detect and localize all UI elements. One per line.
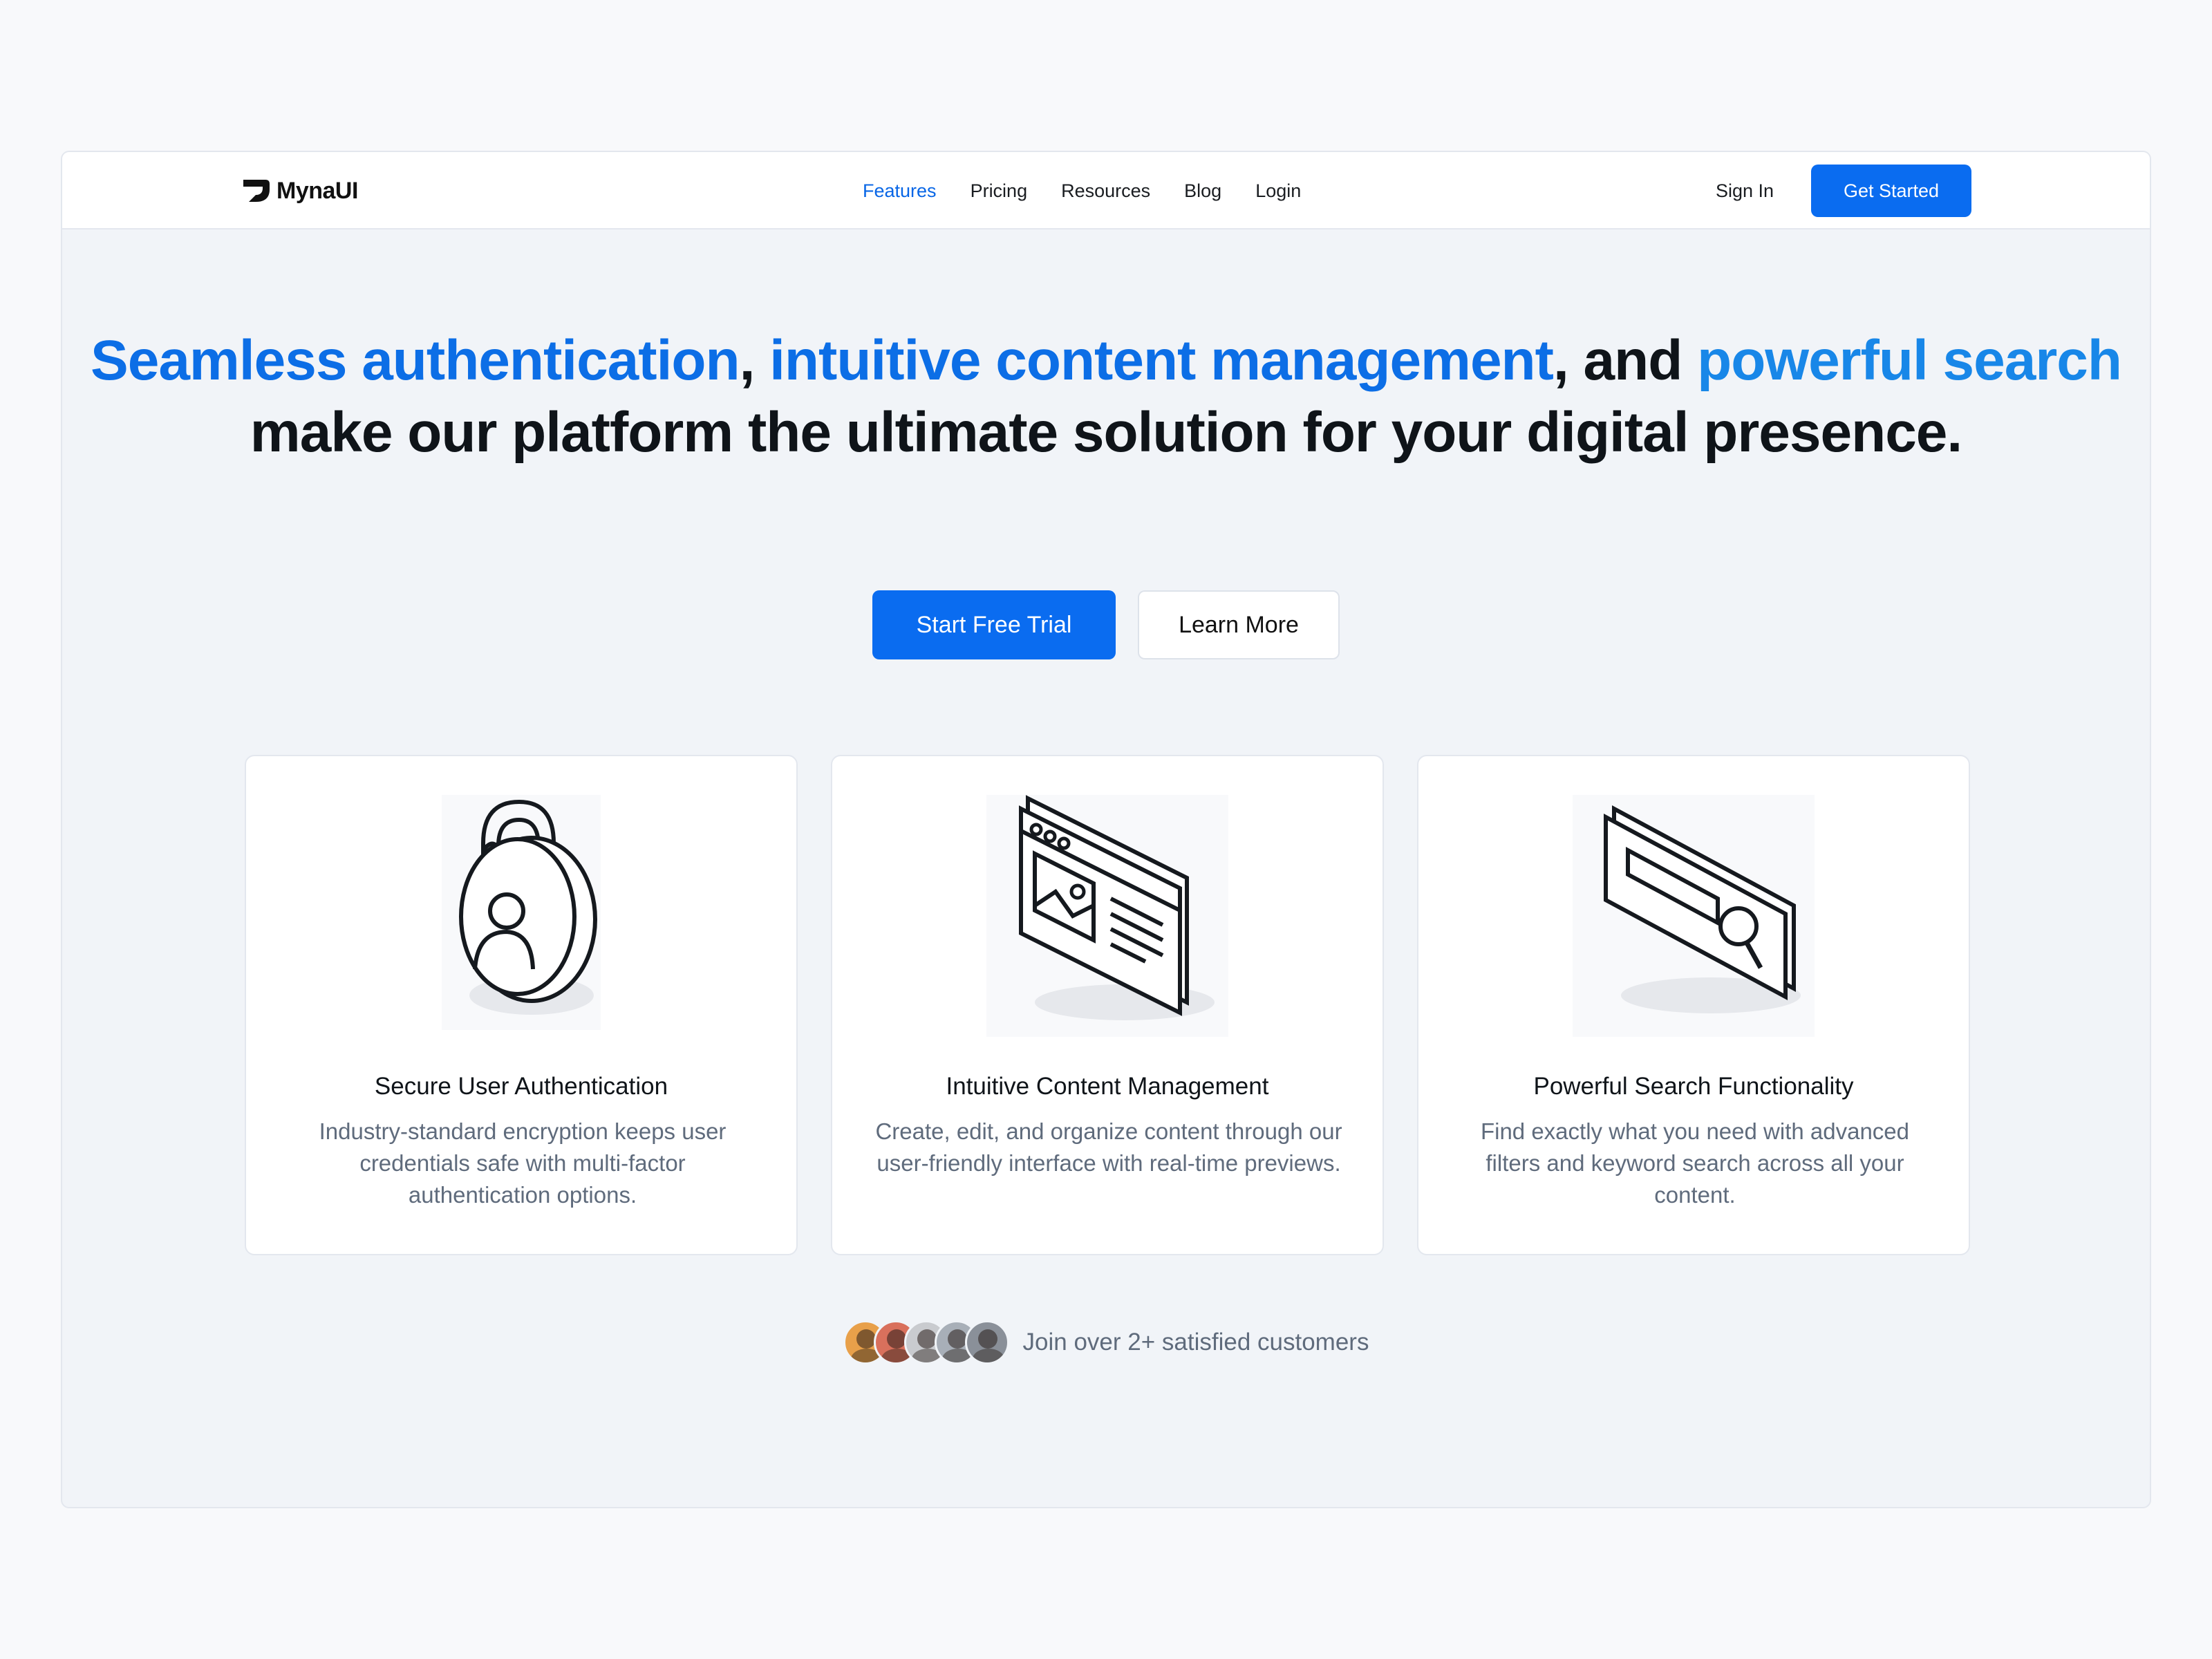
- brand-logo[interactable]: MynaUI: [242, 176, 358, 206]
- nav-link-pricing[interactable]: Pricing: [971, 180, 1028, 202]
- feature-description: Industry-standard encryption keeps user …: [319, 1118, 727, 1208]
- hero-separator-1: ,: [739, 329, 770, 392]
- nav-links: Features Pricing Resources Blog Login: [863, 152, 1335, 229]
- feature-card-search: Powerful Search Functionality Find exact…: [1417, 755, 1970, 1255]
- myna-logo-icon: [243, 180, 270, 202]
- hero-tail: make our platform the ultimate solution …: [250, 401, 1962, 464]
- nav-link-blog[interactable]: Blog: [1184, 180, 1221, 202]
- learn-more-button[interactable]: Learn More: [1138, 590, 1340, 659]
- social-proof-text: Join over 2+ satisfied customers: [1022, 1329, 1369, 1356]
- feature-title: Secure User Authentication: [374, 1073, 668, 1100]
- get-started-button[interactable]: Get Started: [1811, 165, 1971, 217]
- social-proof: Join over 2+ satisfied customers: [62, 1320, 2150, 1365]
- browser-window-icon: [986, 795, 1228, 1037]
- start-free-trial-button[interactable]: Start Free Trial: [872, 590, 1116, 659]
- customer-avatars: [843, 1320, 1009, 1365]
- hero-highlight-search: powerful search: [1697, 329, 2122, 392]
- feature-title: Powerful Search Functionality: [1533, 1073, 1854, 1100]
- hero-highlight-content: intuitive content management: [769, 329, 1554, 392]
- nav-link-login[interactable]: Login: [1255, 180, 1301, 202]
- feature-description: Create, edit, and organize content throu…: [875, 1118, 1342, 1176]
- feature-card-authentication: Secure User Authentication Industry-stan…: [245, 755, 798, 1255]
- hero-highlight-authentication: Seamless authentication: [91, 329, 740, 392]
- top-navbar: MynaUI Features Pricing Resources Blog L…: [62, 152, 2150, 229]
- feature-card-content: Intuitive Content Management Create, edi…: [831, 755, 1384, 1255]
- hero-separator-2: , and: [1553, 329, 1698, 392]
- brand-name: MynaUI: [276, 177, 358, 204]
- nav-link-features[interactable]: Features: [863, 180, 937, 202]
- feature-cards: Secure User Authentication Industry-stan…: [245, 755, 1970, 1255]
- feature-description: Find exactly what you need with advanced…: [1480, 1118, 1910, 1208]
- feature-title: Intuitive Content Management: [946, 1073, 1269, 1100]
- search-bar-icon: [1573, 795, 1815, 1037]
- page-frame: MynaUI Features Pricing Resources Blog L…: [61, 151, 2151, 1508]
- sign-in-link[interactable]: Sign In: [1716, 177, 1774, 205]
- padlock-user-icon: [442, 795, 601, 1030]
- avatar: [964, 1320, 1009, 1365]
- hero-headline: Seamless authentication, intuitive conte…: [62, 325, 2150, 469]
- nav-link-resources[interactable]: Resources: [1061, 180, 1150, 202]
- hero-cta-group: Start Free Trial Learn More: [62, 590, 2150, 659]
